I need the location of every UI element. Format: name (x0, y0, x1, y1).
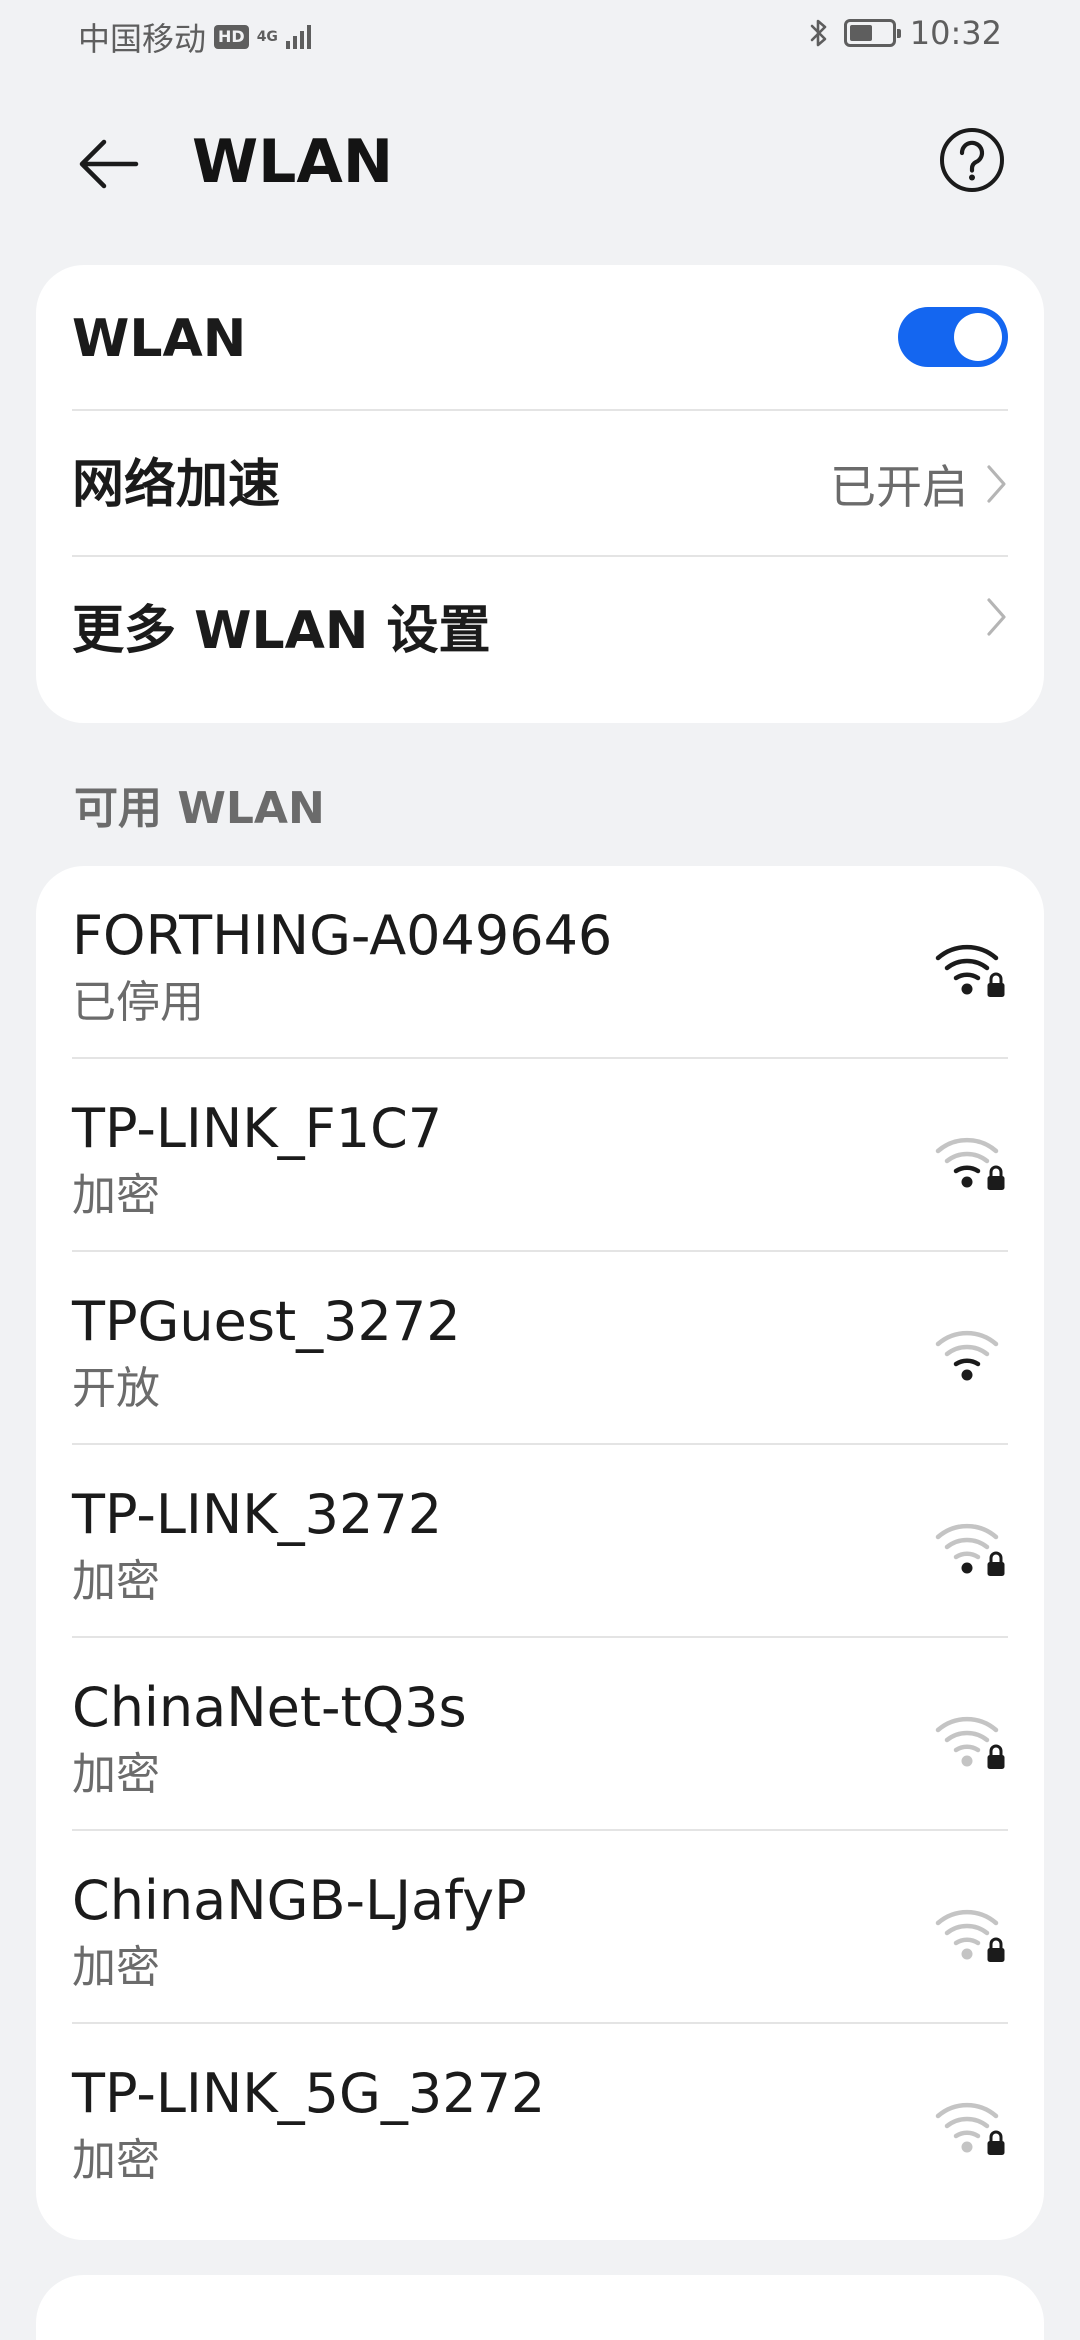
network-name: ChinaNet-tQ3s (72, 1676, 467, 1739)
wifi-signal-icon (935, 1330, 999, 1381)
network-type: 4G (256, 29, 278, 45)
cell-signal-icon (285, 25, 311, 49)
status-bar: 中国移动 HD 4G 10:32 (0, 0, 1080, 72)
more-wlan-settings-label: 更多 WLAN 设置 (72, 601, 491, 661)
wlan-toggle-row[interactable]: WLAN (72, 265, 1008, 411)
available-wlan-header: 可用 WLAN (74, 783, 325, 834)
chevron-right-icon (987, 598, 1006, 636)
wlan-label: WLAN (72, 309, 247, 369)
bluetooth-icon (810, 19, 827, 47)
network-row[interactable]: TP-LINK_3272 加密 (72, 1445, 1008, 1638)
network-row[interactable]: TP-LINK_F1C7 加密 (72, 1059, 1008, 1252)
network-name: ChinaNGB-LJafyP (72, 1869, 527, 1932)
network-name: TP-LINK_F1C7 (72, 1097, 443, 1160)
network-name: TP-LINK_3272 (72, 1483, 443, 1546)
network-row[interactable]: ChinaNGB-LJafyP 加密 (72, 1831, 1008, 2024)
network-acceleration-row[interactable]: 网络加速 已开启 (72, 411, 1008, 557)
lock-icon (987, 1937, 1005, 1962)
network-name: FORTHING-A049646 (72, 904, 613, 967)
wifi-signal-icon (935, 1909, 1005, 1962)
carrier-name: 中国移动 (78, 20, 207, 58)
hd-badge: HD (214, 25, 249, 49)
network-acceleration-value: 已开启 (830, 460, 968, 514)
help-button[interactable] (934, 122, 1010, 198)
status-right: 10:32 (808, 14, 1002, 52)
back-button[interactable] (70, 126, 146, 202)
network-status: 已停用 (72, 977, 204, 1028)
wifi-signal-icon (935, 1716, 1005, 1769)
network-status: 加密 (72, 1749, 160, 1800)
more-wlan-settings-right (986, 597, 1008, 637)
back-arrow-icon (79, 139, 139, 189)
network-list: FORTHING-A049646 已停用 TP-LINK_F1C7 加密 TPGuest… (36, 866, 1044, 2240)
lock-icon (987, 2130, 1005, 2155)
network-status: 加密 (72, 1942, 160, 1993)
more-wlan-settings-row[interactable]: 更多 WLAN 设置 (72, 557, 1008, 703)
wifi-signal-icon (935, 2102, 1005, 2155)
battery-fill (849, 25, 872, 41)
wlan-toggle[interactable] (898, 307, 1008, 367)
wifi-signal-icon (935, 944, 1005, 997)
network-acceleration-label: 网络加速 (72, 455, 281, 515)
network-row[interactable]: FORTHING-A049646 已停用 (72, 866, 1008, 1059)
wlan-settings-screen: 中国移动 HD 4G 10:32 WLAN WLAN 网络加速 已开启 更多 W… (0, 0, 1080, 2340)
help-icon (940, 128, 1004, 192)
network-acceleration-right: 已开启 (830, 451, 1008, 517)
wifi-signal-icon (935, 1523, 1005, 1576)
wifi-signal-icon (935, 1137, 1005, 1190)
lock-icon (987, 1551, 1005, 1576)
chevron-right-icon (987, 465, 1006, 503)
network-status: 加密 (72, 1556, 160, 1607)
wlan-toggle-container (898, 307, 1008, 367)
wlan-settings-card: WLAN 网络加速 已开启 更多 WLAN 设置 (36, 265, 1044, 723)
lock-icon (987, 1165, 1005, 1190)
app-bar: WLAN (0, 110, 1080, 210)
clock: 10:32 (909, 14, 1002, 52)
network-row[interactable]: TPGuest_3272 开放 (72, 1252, 1008, 1445)
battery-icon (843, 19, 901, 47)
network-row[interactable]: TP-LINK_5G_3272 加密 (72, 2024, 1008, 2217)
lock-icon (987, 972, 1005, 997)
network-row[interactable]: ChinaNet-tQ3s 加密 (72, 1638, 1008, 1831)
network-name: TP-LINK_5G_3272 (72, 2062, 546, 2125)
lock-icon (987, 1744, 1005, 1769)
status-left: 中国移动 HD 4G (78, 14, 311, 60)
network-status: 开放 (72, 1363, 160, 1414)
network-status: 加密 (72, 2135, 160, 2186)
network-status: 加密 (72, 1170, 160, 1221)
bottom-card (36, 2275, 1044, 2340)
network-name: TPGuest_3272 (72, 1290, 461, 1353)
page-title: WLAN (192, 127, 394, 197)
